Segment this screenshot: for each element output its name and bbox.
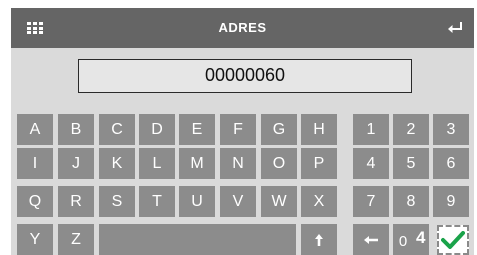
key-i[interactable]: I <box>17 148 53 179</box>
key-7[interactable]: 7 <box>353 186 389 217</box>
key-8[interactable]: 8 <box>393 186 429 217</box>
key-m[interactable]: M <box>179 148 215 179</box>
checkmark-icon <box>441 231 465 249</box>
overlay-digit: 4 <box>416 228 426 247</box>
key-x[interactable]: X <box>301 186 337 217</box>
arrow-left-icon <box>364 235 378 244</box>
key-e[interactable]: E <box>179 114 215 145</box>
key-l[interactable]: L <box>139 148 175 179</box>
key-z[interactable]: Z <box>58 224 94 255</box>
key-n[interactable]: N <box>220 148 256 179</box>
key-u[interactable]: U <box>179 186 215 217</box>
key-9[interactable]: 9 <box>433 186 469 217</box>
key-a[interactable]: A <box>17 114 53 145</box>
space-key[interactable] <box>99 224 296 255</box>
key-c[interactable]: C <box>99 114 135 145</box>
key-6[interactable]: 6 <box>433 148 469 179</box>
key-y[interactable]: Y <box>17 224 53 255</box>
key-1[interactable]: 1 <box>353 114 389 145</box>
header-bar: ADRES <box>11 8 474 48</box>
key-w[interactable]: W <box>261 186 297 217</box>
key-q[interactable]: Q <box>17 186 53 217</box>
key-f[interactable]: F <box>220 114 256 145</box>
key-0-label: 0 <box>398 233 408 250</box>
shift-key[interactable] <box>301 224 337 255</box>
address-display: 00000060 <box>78 59 412 93</box>
key-5[interactable]: 5 <box>393 148 429 179</box>
key-o[interactable]: O <box>261 148 297 179</box>
key-s[interactable]: S <box>99 186 135 217</box>
enter-return-icon[interactable] <box>447 21 463 35</box>
key-3[interactable]: 3 <box>433 114 469 145</box>
key-2[interactable]: 2 <box>393 114 429 145</box>
key-k[interactable]: K <box>99 148 135 179</box>
arrow-up-icon <box>315 233 323 246</box>
key-j[interactable]: J <box>58 148 94 179</box>
key-4[interactable]: 4 <box>353 148 389 179</box>
keyboard-panel: ADRES 00000060 A B C D E F G H 1 2 3 I J… <box>11 8 474 255</box>
backspace-key[interactable] <box>353 224 389 255</box>
key-d[interactable]: D <box>139 114 175 145</box>
key-p[interactable]: P <box>301 148 337 179</box>
confirm-button[interactable] <box>437 225 469 255</box>
key-h[interactable]: H <box>301 114 337 145</box>
key-t[interactable]: T <box>139 186 175 217</box>
key-v[interactable]: V <box>220 186 256 217</box>
key-g[interactable]: G <box>261 114 297 145</box>
page-title: ADRES <box>218 20 267 35</box>
key-r[interactable]: R <box>58 186 94 217</box>
key-b[interactable]: B <box>58 114 94 145</box>
